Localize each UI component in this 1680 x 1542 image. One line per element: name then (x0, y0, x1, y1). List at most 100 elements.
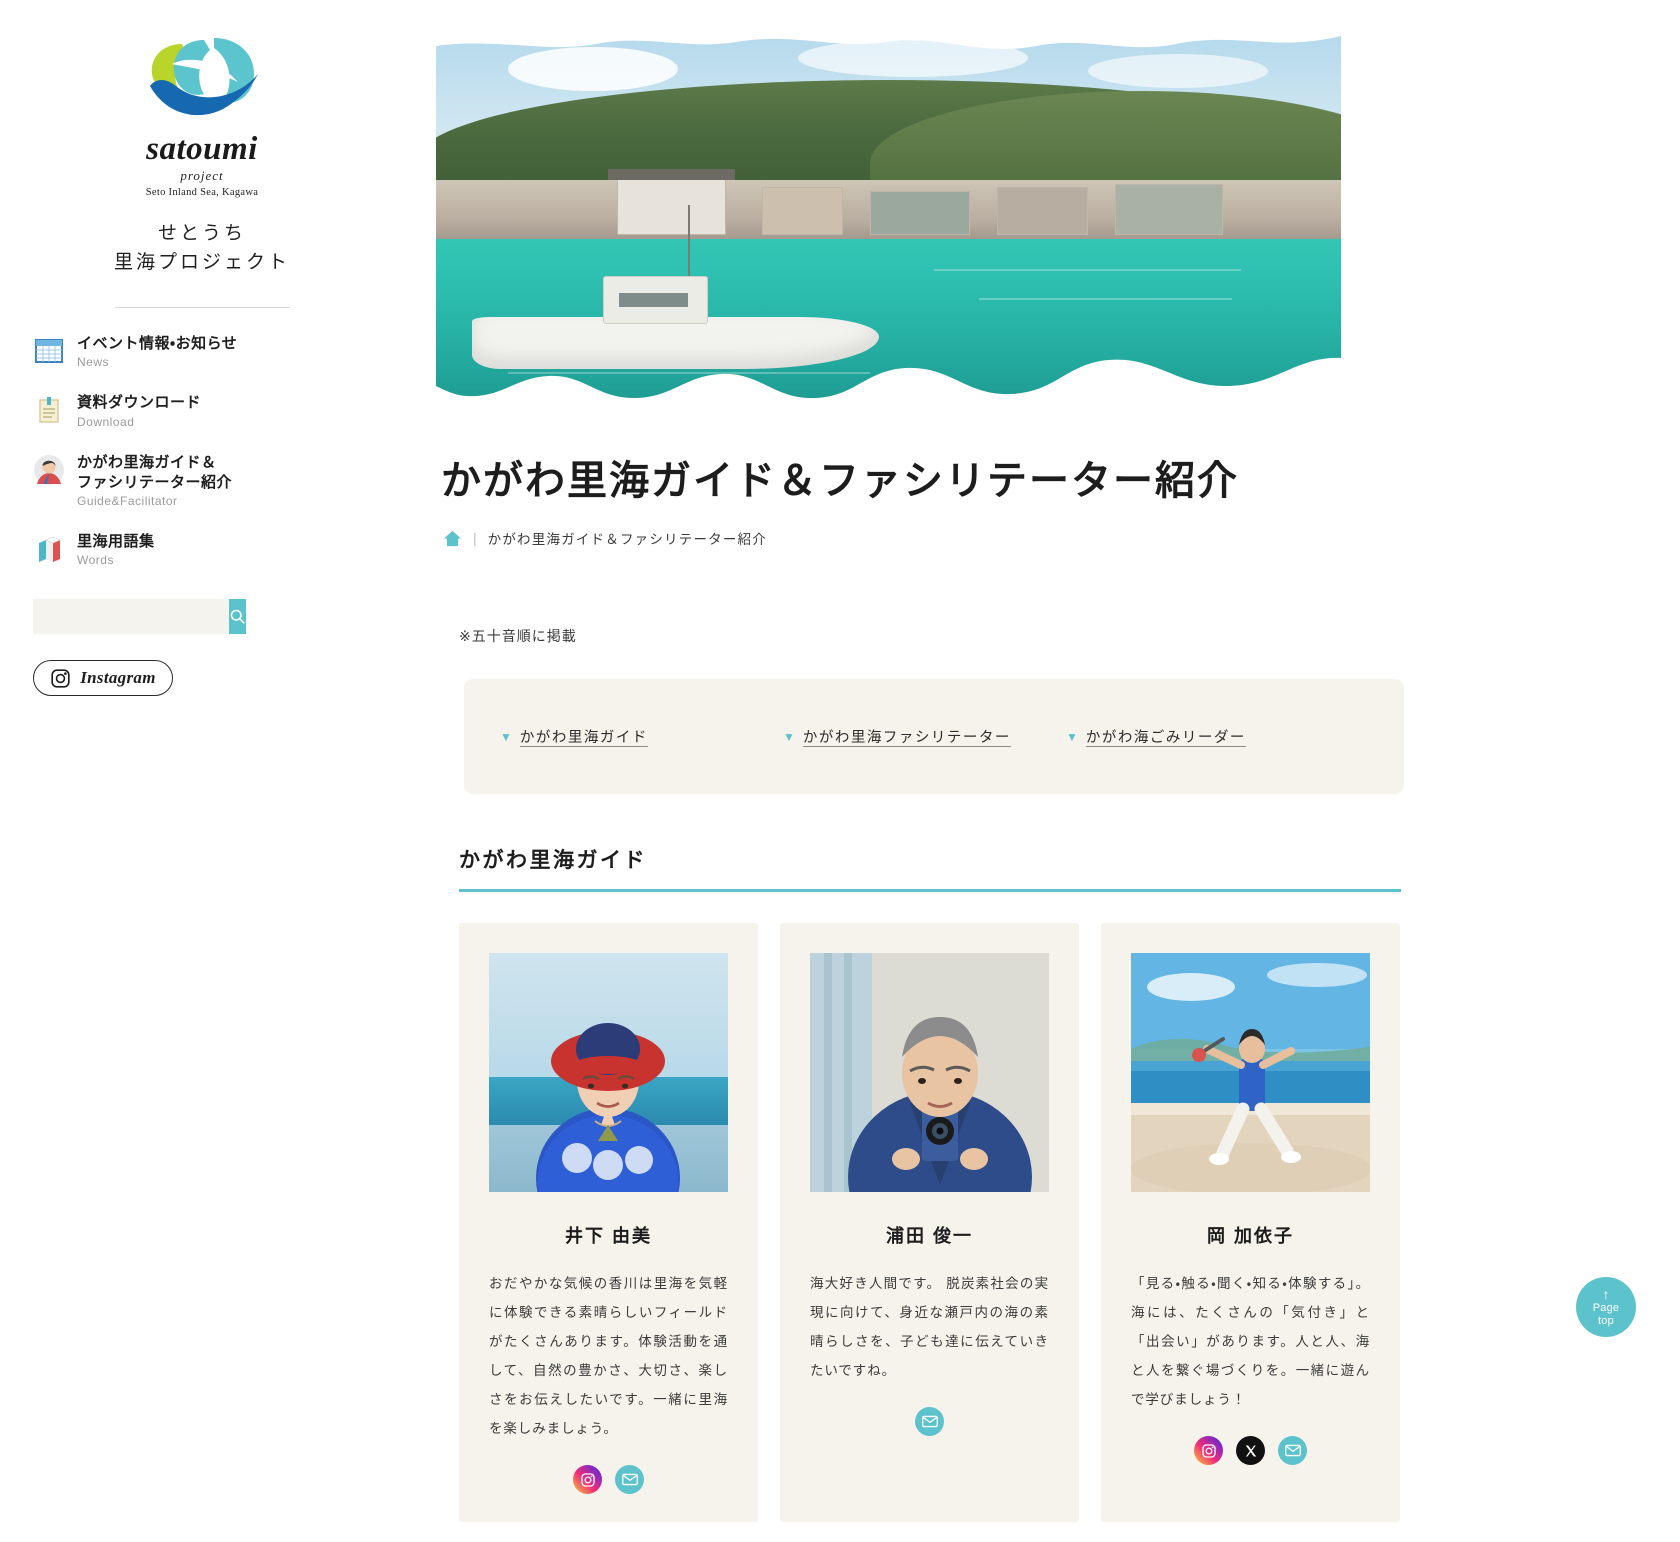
anchor-col: ▼ かがわ海ごみリーダー (1066, 726, 1349, 747)
x-icon (1245, 1445, 1256, 1457)
anchor-col: ▼ かがわ里海ファシリテーター (783, 726, 1066, 747)
anchor-link-label: かがわ里海ガイド (519, 730, 648, 746)
search-form (33, 599, 246, 635)
main-content: Setouchi Satoumi Project かがわ里海ガイド＆ファシリテー… (404, 0, 1680, 1542)
instagram-button[interactable]: Instagram (33, 660, 173, 697)
mail-icon (1284, 1444, 1301, 1457)
sidebar-item-guide-facilitator-text: かがわ里海ガイド＆ ファシリテーター紹介 Guide&Facilitator (77, 453, 232, 509)
instagram-link[interactable] (573, 1465, 602, 1495)
breadcrumb: | かがわ里海ガイド＆ファシリテーター紹介 (443, 528, 1680, 548)
guide-card[interactable]: 浦田 俊一 海大好き人間です。 脱炭素社会の実現に向けて、身近な瀬戸内の海の素晴… (780, 923, 1079, 1523)
portrait-art (810, 953, 1049, 1192)
hero-roof (607, 168, 735, 180)
hero-ripple (933, 268, 1242, 271)
section-header: かがわ里海ガイド (459, 844, 1401, 892)
anchor-links-panel: ▼ かがわ里海ガイド ▼ かがわ里海ファシリテーター ▼ かがわ海ごみリーダー (464, 679, 1404, 794)
site-logo[interactable]: satoumi project Seto Inland Sea, Kagawa … (82, 34, 322, 277)
sidebar-item-guide-facilitator-label-line1: かがわ里海ガイド＆ (77, 453, 217, 471)
guide-card-list: 井下 由美 おだやかな気候の香川は里海を気軽に体験できる素晴らしいフィールドがた… (459, 923, 1680, 1523)
listing-note: ※五十音順に掲載 (459, 628, 577, 644)
sidebar-item-words-label: 里海用語集 (77, 533, 155, 550)
logo-japanese-name: せとうち 里海プロジェクト (82, 220, 322, 277)
guide-social-links (810, 1407, 1049, 1437)
home-icon[interactable] (443, 530, 462, 547)
guide-card[interactable]: 井下 由美 おだやかな気候の香川は里海を気軽に体験できる素晴らしいフィールドがた… (459, 923, 758, 1523)
anchor-link-label: かがわ里海ファシリテーター (802, 730, 1011, 746)
sidebar-item-download[interactable]: 資料ダウンロード Download (33, 393, 404, 429)
anchor-link-umigomi-leader[interactable]: ▼ かがわ海ごみリーダー (1066, 726, 1246, 747)
sidebar-item-download-label: 資料ダウンロード (77, 394, 202, 412)
arrow-up-icon: ↑ (1602, 1286, 1610, 1303)
hero-ripple (979, 298, 1233, 301)
hero-photo (436, 32, 1341, 402)
hero-building (1114, 183, 1224, 236)
books-icon (39, 536, 61, 562)
section-underline (459, 889, 1401, 892)
person-icon (34, 454, 64, 485)
page-top-button[interactable]: ↑ Page top (1576, 1277, 1636, 1337)
guide-description: 海大好き人間です。 脱炭素社会の実現に向けて、身近な瀬戸内の海の素晴らしさを、子… (810, 1276, 1049, 1379)
chevron-down-icon: ▼ (500, 729, 512, 744)
guide-portrait (489, 953, 728, 1192)
hero-boat-window (618, 292, 689, 307)
page-root: satoumi project Seto Inland Sea, Kagawa … (0, 0, 1680, 1542)
anchor-link-satoumi-guide[interactable]: ▼ かがわ里海ガイド (500, 726, 648, 747)
hero-torn-edge-top (436, 32, 1341, 49)
sidebar: satoumi project Seto Inland Sea, Kagawa … (0, 0, 404, 1542)
document-icon (39, 397, 59, 423)
anchor-link-satoumi-facilitator[interactable]: ▼ かがわ里海ファシリテーター (783, 726, 1011, 747)
guide-name: 岡 加依子 (1206, 1226, 1294, 1246)
instagram-icon (1201, 1443, 1216, 1458)
chevron-down-icon: ▼ (783, 729, 795, 744)
chevron-down-icon: ▼ (1066, 729, 1078, 744)
sidebar-item-words[interactable]: 里海用語集 Words (33, 532, 404, 567)
section-title: かがわ里海ガイド (459, 849, 647, 872)
guide-portrait (1131, 953, 1370, 1192)
logo-subword: project (180, 168, 224, 183)
hero-building (997, 187, 1088, 236)
search-input[interactable] (33, 599, 229, 635)
sidebar-item-guide-facilitator[interactable]: かがわ里海ガイド＆ ファシリテーター紹介 Guide&Facilitator (33, 453, 404, 509)
mail-icon (921, 1415, 938, 1428)
sidebar-item-guide-facilitator-label-line2: ファシリテーター紹介 (77, 473, 233, 491)
hero-building (617, 176, 726, 236)
mail-icon (621, 1473, 638, 1486)
breadcrumb-separator: | (473, 530, 477, 546)
calendar-icon (35, 339, 63, 363)
hero-torn-edge-bottom (436, 357, 1341, 402)
guide-name: 浦田 俊一 (885, 1226, 973, 1246)
sidebar-item-words-sublabel: Words (77, 553, 114, 568)
portrait-art (1131, 953, 1370, 1192)
instagram-link[interactable] (1194, 1436, 1223, 1466)
hero-boat-mast (688, 204, 691, 277)
mail-link[interactable] (1278, 1436, 1307, 1466)
mail-link[interactable] (615, 1465, 644, 1495)
guide-social-links (1131, 1436, 1370, 1466)
anchor-link-label: かがわ海ごみリーダー (1085, 730, 1246, 746)
logo-jp-line2: 里海プロジェクト (113, 251, 290, 273)
sidebar-item-news-text: イベント情報・お知らせ News (77, 334, 237, 369)
sidebar-item-download-sublabel: Download (77, 414, 135, 429)
page-title: かがわ里海ガイド＆ファシリテーター紹介 (441, 459, 1239, 503)
sidebar-nav: イベント情報・お知らせ News 資料ダウンロード Download かがわ里海… (0, 334, 404, 567)
sidebar-item-news[interactable]: イベント情報・お知らせ News (33, 334, 404, 369)
anchor-col: ▼ かがわ里海ガイド (500, 726, 783, 747)
guide-card[interactable]: 岡 加依子 「見る・触る・聞く・知る・体験する」。海には、たくさんの「気付き」と… (1101, 923, 1400, 1523)
sidebar-item-words-text: 里海用語集 Words (77, 532, 155, 567)
x-twitter-link[interactable] (1236, 1436, 1265, 1466)
page-top-label-line1: Page (1592, 1302, 1620, 1315)
sidebar-item-guide-facilitator-sublabel: Guide&Facilitator (77, 494, 178, 508)
mail-link[interactable] (915, 1407, 944, 1437)
satoumi-logo-icon (150, 38, 258, 116)
sidebar-item-news-label: イベント情報・お知らせ (77, 335, 238, 352)
search-button[interactable] (229, 599, 246, 635)
sidebar-item-download-text: 資料ダウンロード Download (77, 393, 201, 428)
sidebar-item-news-sublabel: News (77, 355, 110, 370)
search-icon (230, 609, 245, 624)
breadcrumb-current: かがわ里海ガイド＆ファシリテーター紹介 (487, 532, 767, 547)
guide-description: 「見る・触る・聞く・知る・体験する」。海には、たくさんの「気付き」と「出会い」が… (1131, 1276, 1370, 1408)
guide-social-links (489, 1465, 728, 1495)
guide-description: おだやかな気候の香川は里海を気軽に体験できる素晴らしいフィールドがたくさんありま… (489, 1276, 728, 1437)
instagram-icon (51, 669, 70, 688)
guide-portrait (810, 953, 1049, 1192)
